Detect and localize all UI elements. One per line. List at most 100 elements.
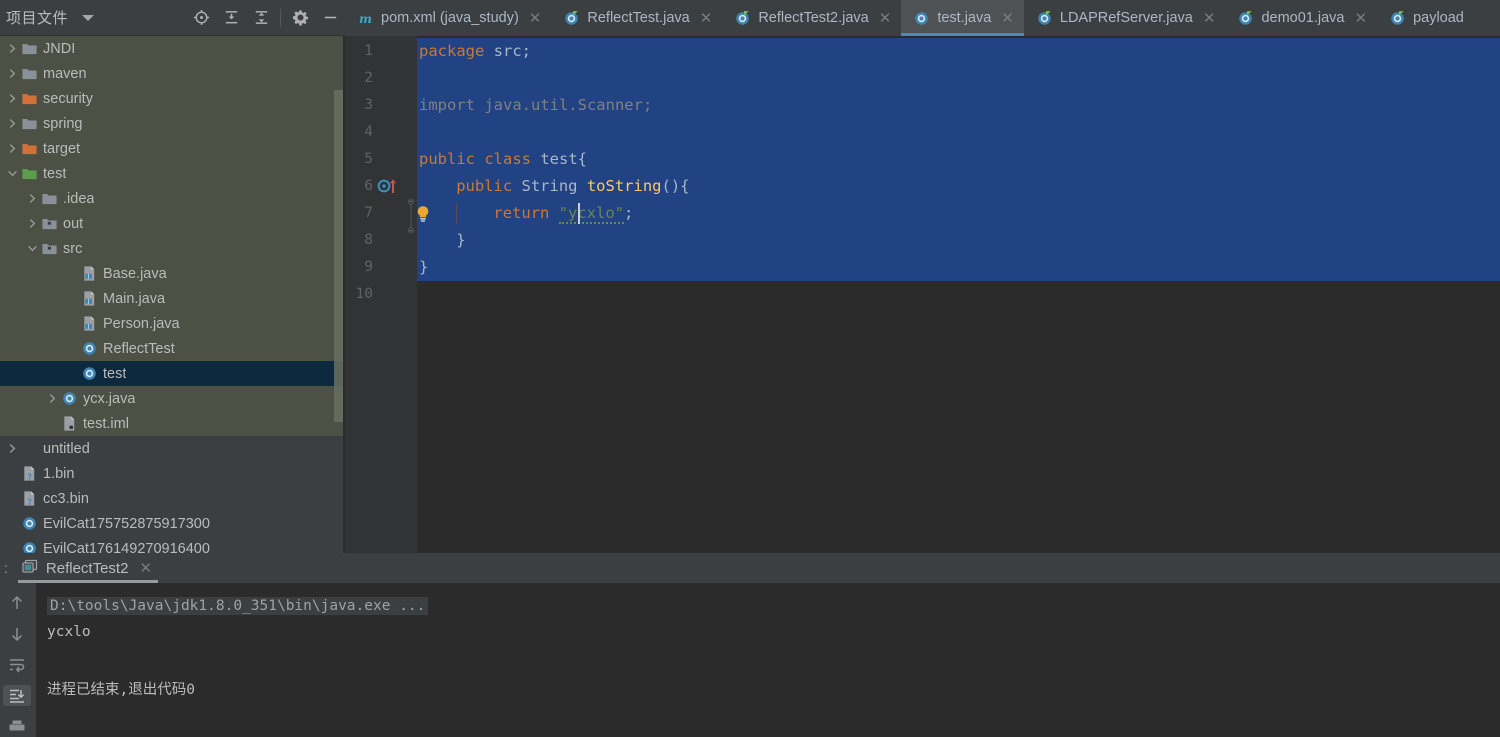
close-icon[interactable]: ✕ — [139, 561, 152, 576]
code-line-5[interactable]: public class test{ — [417, 146, 587, 173]
scroll-to-end-icon[interactable] — [2, 685, 31, 707]
tree-item-test-iml[interactable]: test.iml — [0, 411, 345, 436]
chevron-right-icon[interactable] — [24, 193, 40, 204]
iml-file-icon — [60, 415, 78, 433]
editor-tab-bar[interactable]: m pom.xml (java_study) ✕ ReflectTest.java ✕ R… — [345, 0, 1500, 36]
tree-item-label: test.iml — [83, 415, 129, 432]
tree-item-evilcat176149270916400[interactable]: EvilCat176149270916400 — [0, 536, 345, 553]
code-content[interactable]: package src; import java.util.Scanner; pub… — [417, 36, 1500, 553]
tree-item-test[interactable]: test — [0, 161, 345, 186]
java-class-icon — [80, 340, 98, 358]
expand-all-icon[interactable] — [216, 4, 246, 32]
editor-tab-pom-xml-java-study-[interactable]: m pom.xml (java_study) ✕ — [345, 0, 552, 36]
chevron-right-icon[interactable] — [4, 93, 20, 104]
tree-item-jndi[interactable]: JNDI — [0, 36, 345, 61]
tree-item-reflecttest[interactable]: ReflectTest — [0, 336, 345, 361]
tree-item-person-java[interactable]: J Person.java — [0, 311, 345, 336]
code-token: (){ — [661, 177, 690, 195]
tree-item-ycx-java[interactable]: ycx.java — [0, 386, 345, 411]
folder-orange-icon — [20, 140, 38, 158]
folder-orange-icon — [20, 90, 38, 108]
minimize-icon[interactable] — [315, 4, 345, 32]
console-left-bar — [33, 583, 36, 737]
editor-tab-payload[interactable]: payload — [1377, 0, 1474, 36]
close-icon[interactable]: ✕ — [1001, 11, 1014, 26]
soft-wrap-icon[interactable] — [3, 655, 31, 676]
close-icon[interactable]: ✕ — [1354, 11, 1367, 26]
tree-item-security[interactable]: security — [0, 86, 345, 111]
locate-target-icon[interactable] — [186, 4, 216, 32]
console-icon — [22, 559, 38, 578]
project-tree[interactable]: JNDI maven security spring target test .idea ou… — [0, 36, 345, 553]
code-line-10[interactable] — [417, 281, 419, 308]
code-token: String — [521, 177, 587, 195]
code-line-6[interactable]: public String toString(){ — [417, 173, 690, 200]
tree-item--idea[interactable]: .idea — [0, 186, 345, 211]
tree-item-untitled[interactable]: untitled — [0, 436, 345, 461]
chevron-down-icon[interactable] — [82, 14, 95, 21]
editor-tab-reflecttest-java[interactable]: ReflectTest.java ✕ — [551, 0, 723, 36]
chevron-right-icon[interactable] — [4, 118, 20, 129]
chevron-right-icon[interactable] — [44, 393, 60, 404]
editor-tab-ldaprefserver-java[interactable]: LDAPRefServer.java ✕ — [1023, 0, 1226, 36]
java-run-icon — [1036, 10, 1053, 27]
code-line-3[interactable]: import java.util.Scanner; — [417, 92, 652, 119]
editor-tab-test-java[interactable]: test.java ✕ — [901, 0, 1024, 36]
close-icon[interactable]: ✕ — [879, 11, 892, 26]
chevron-right-icon[interactable] — [4, 68, 20, 79]
tree-item-evilcat175752875917300[interactable]: EvilCat175752875917300 — [0, 511, 345, 536]
chevron-right-icon[interactable] — [4, 43, 20, 54]
chevron-right-icon[interactable] — [4, 443, 20, 454]
chevron-down-icon[interactable] — [24, 243, 40, 254]
gear-icon[interactable] — [285, 4, 315, 32]
tree-item-test[interactable]: test — [0, 361, 345, 386]
folder-gray-icon — [20, 40, 38, 58]
close-icon[interactable]: ✕ — [1203, 11, 1216, 26]
run-tab-reflecttest2[interactable]: ReflectTest2 ✕ — [17, 553, 159, 583]
chevron-down-icon[interactable] — [4, 168, 20, 179]
tree-item-main-java[interactable]: J Main.java — [0, 286, 345, 311]
code-line-7[interactable]: return "ycxlo"; — [417, 200, 633, 227]
editor-gutter[interactable]: 1 2 3 4 5 6 7 8 9 10 — [345, 36, 417, 553]
code-token: "ycxlo" — [558, 204, 625, 224]
tree-item-target[interactable]: target — [0, 136, 345, 161]
code-line-1[interactable]: package src; — [417, 38, 531, 65]
code-line-4[interactable] — [417, 119, 419, 146]
line-number: 2 — [364, 70, 373, 86]
indent-guide — [456, 203, 458, 224]
close-icon[interactable]: ✕ — [700, 11, 713, 26]
tree-item-cc3-bin[interactable]: ? cc3.bin — [0, 486, 345, 511]
tree-item-label: target — [43, 140, 81, 157]
tree-item-1-bin[interactable]: ? 1.bin — [0, 461, 345, 486]
tree-item-src[interactable]: src — [0, 236, 345, 261]
arrow-up-icon[interactable] — [3, 593, 31, 614]
override-method-icon[interactable] — [377, 177, 401, 200]
collapse-all-icon[interactable] — [246, 4, 276, 32]
editor-tab-demo01-java[interactable]: demo01.java ✕ — [1225, 0, 1378, 36]
java-run-icon — [563, 10, 580, 27]
code-line-9[interactable]: } — [417, 254, 428, 281]
arrow-down-icon[interactable] — [3, 624, 31, 645]
close-icon[interactable]: ✕ — [529, 11, 542, 26]
console-output[interactable]: D:\tools\Java\jdk1.8.0_351\bin\java.exe … — [33, 583, 1500, 737]
tree-item-spring[interactable]: spring — [0, 111, 345, 136]
console-toolbar — [0, 583, 33, 737]
tree-item-base-java[interactable]: J Base.java — [0, 261, 345, 286]
code-line-8[interactable]: } — [417, 227, 465, 254]
console-line: D:\tools\Java\jdk1.8.0_351\bin\java.exe … — [47, 597, 429, 615]
java-run-icon — [1389, 10, 1406, 27]
chevron-right-icon[interactable] — [4, 143, 20, 154]
editor-tab-label: payload — [1413, 10, 1464, 26]
java-class-icon — [60, 390, 78, 408]
tree-item-label: ycx.java — [83, 390, 136, 407]
code-line-2[interactable] — [417, 65, 419, 92]
code-editor[interactable]: 1 2 3 4 5 6 7 8 9 10 package src; import java.util… — [345, 36, 1500, 553]
project-tree-scrollbar[interactable] — [334, 90, 343, 422]
tree-item-maven[interactable]: maven — [0, 61, 345, 86]
print-icon[interactable] — [3, 716, 31, 737]
editor-tab-reflecttest2-java[interactable]: ReflectTest2.java ✕ — [722, 0, 902, 36]
tree-item-out[interactable]: out — [0, 211, 345, 236]
intention-bulb-icon[interactable] — [413, 204, 433, 228]
tree-item-label: EvilCat176149270916400 — [43, 540, 210, 554]
chevron-right-icon[interactable] — [24, 218, 40, 229]
